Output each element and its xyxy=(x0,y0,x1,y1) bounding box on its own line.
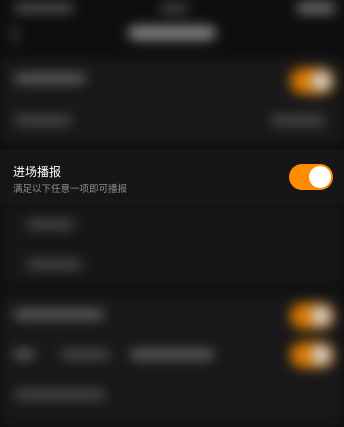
blurred-background xyxy=(0,0,344,427)
setting-toggle[interactable] xyxy=(290,303,334,329)
setting-label xyxy=(14,390,106,399)
setting-label xyxy=(130,350,214,359)
toggle-knob xyxy=(309,166,331,188)
settings-section-bottom xyxy=(0,294,344,427)
status-center xyxy=(160,4,188,12)
page-title xyxy=(128,26,216,40)
status-icons xyxy=(296,2,336,14)
settings-section-top xyxy=(0,58,344,144)
setting-label xyxy=(60,350,110,359)
settings-section-sub xyxy=(0,204,344,286)
setting-label xyxy=(26,260,82,269)
back-icon[interactable] xyxy=(9,25,27,43)
setting-label xyxy=(26,220,74,229)
setting-toggle[interactable] xyxy=(290,68,334,94)
setting-label xyxy=(14,310,104,319)
setting-label xyxy=(14,116,72,125)
status-bar xyxy=(0,0,344,22)
broadcast-subtitle: 满足以下任意一项即可播报 xyxy=(13,184,128,195)
status-time xyxy=(14,4,74,12)
setting-label xyxy=(14,74,86,83)
setting-value xyxy=(270,116,326,125)
setting-label xyxy=(14,350,34,359)
setting-toggle[interactable] xyxy=(290,342,334,368)
broadcast-toggle[interactable] xyxy=(289,164,333,190)
broadcast-title: 进场播报 xyxy=(13,165,62,179)
